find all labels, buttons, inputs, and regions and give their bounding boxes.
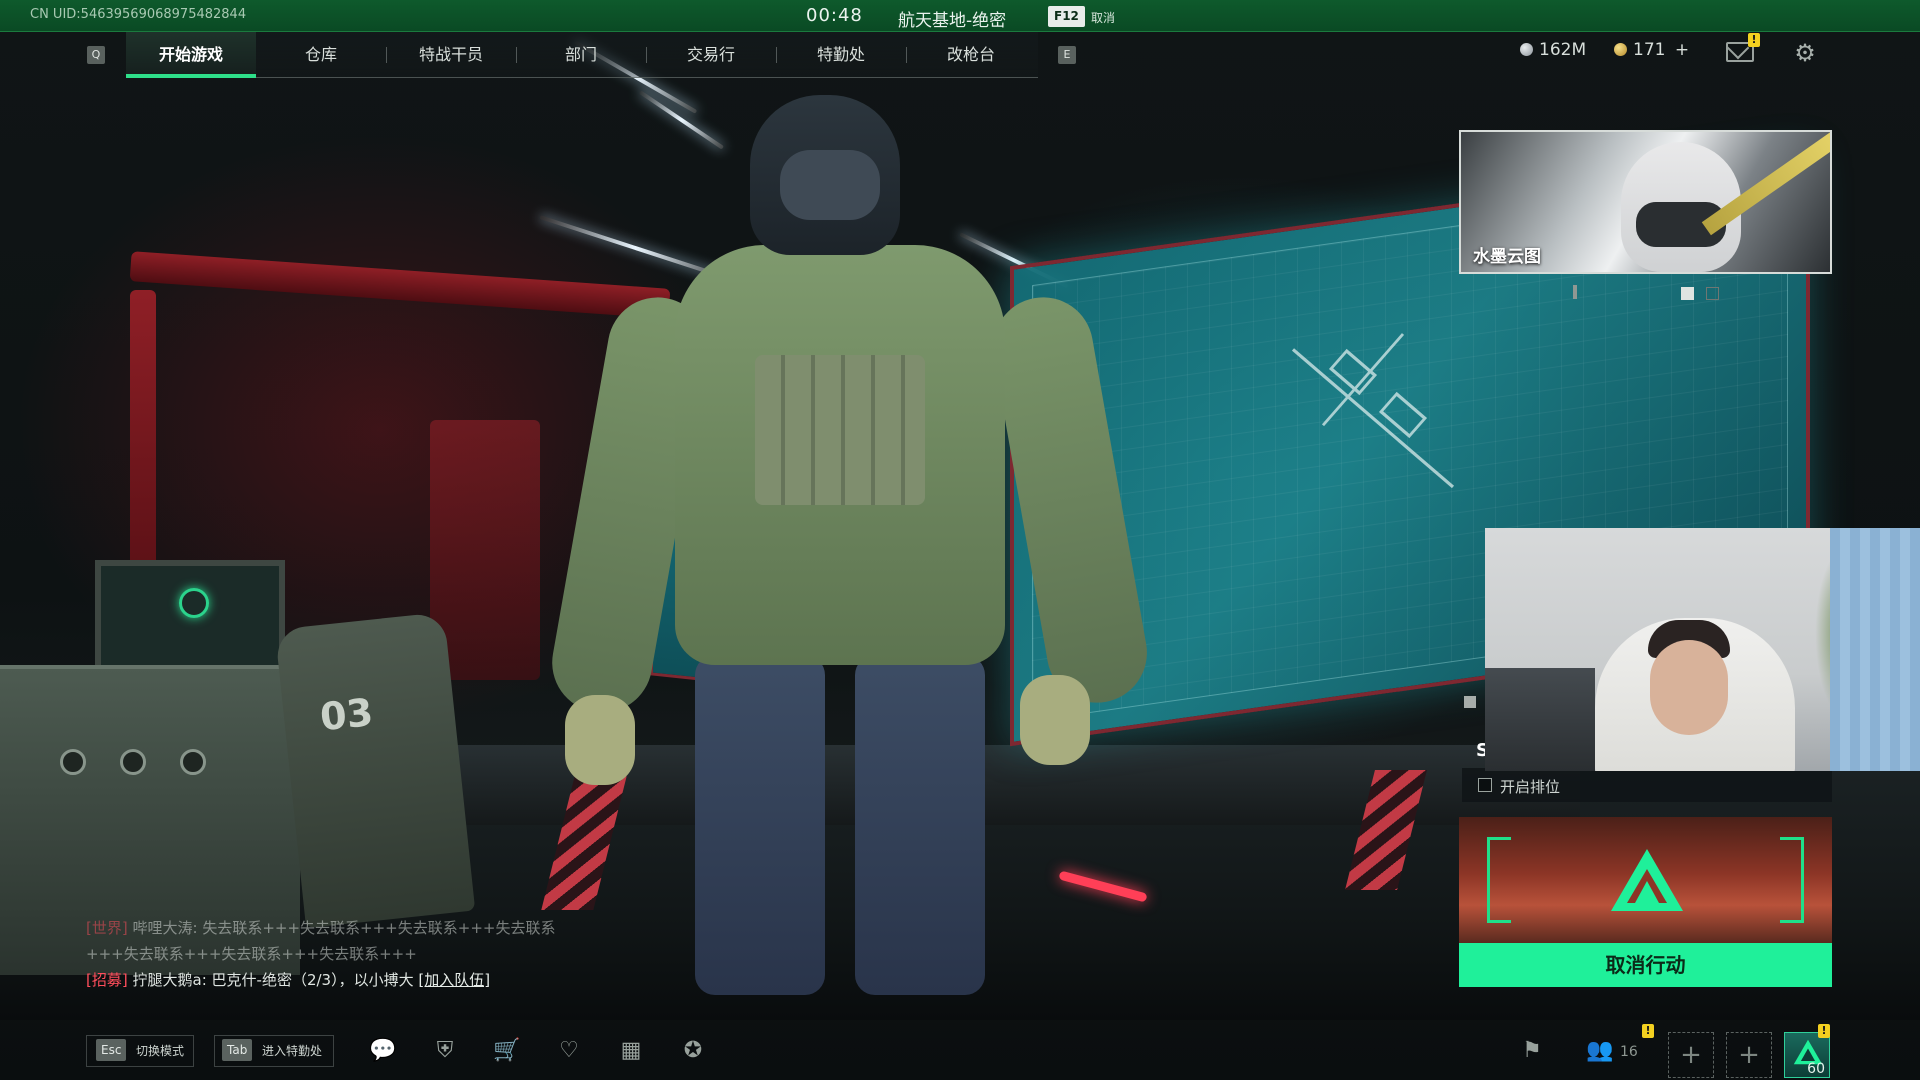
chat-icon[interactable]: 💬 bbox=[369, 1038, 397, 1064]
mail-alert-badge: ! bbox=[1748, 33, 1760, 47]
gold-amount: 171 bbox=[1633, 40, 1666, 60]
system-bar: CN UID:5463956906897548284​4 00:48 航天基地-… bbox=[0, 0, 1920, 32]
delta-logo-icon bbox=[1611, 849, 1683, 911]
cancel-action-button[interactable]: 取消行动 bbox=[1459, 943, 1832, 987]
friends-alert-badge: ! bbox=[1642, 1024, 1654, 1038]
red-pipe bbox=[129, 251, 671, 319]
heart-badge-icon[interactable]: ♡ bbox=[555, 1038, 583, 1064]
streamer-webcam bbox=[1485, 528, 1920, 771]
character-legs bbox=[695, 655, 995, 995]
knob-icon bbox=[180, 749, 206, 775]
flag-icon[interactable]: ⚑ bbox=[1518, 1038, 1546, 1064]
webcam-face bbox=[1650, 640, 1728, 735]
chat-sender[interactable]: 拧腿大鹅a: bbox=[133, 971, 207, 989]
monitor-logo-icon bbox=[179, 588, 209, 618]
tab-operators[interactable]: 特战干员 bbox=[386, 32, 516, 78]
knob-icon bbox=[120, 749, 146, 775]
chat-sender[interactable]: 哔哩大涛: bbox=[133, 919, 198, 937]
friend-count: 16 bbox=[1620, 1044, 1638, 1060]
add-gold-button[interactable]: + bbox=[1675, 40, 1689, 60]
prev-tab-key[interactable]: Q bbox=[87, 46, 105, 64]
scope-bracket-left bbox=[1487, 837, 1511, 923]
ranked-toggle-row[interactable]: 开启排位 bbox=[1462, 768, 1832, 802]
user-uid: CN UID:5463956906897548284​4 bbox=[30, 7, 247, 22]
character-leg bbox=[855, 655, 985, 995]
player-level: 60 bbox=[1807, 1061, 1825, 1077]
character-vest bbox=[755, 355, 925, 505]
character-torso bbox=[675, 245, 1005, 665]
player-level-badge[interactable]: 60 bbox=[1784, 1032, 1830, 1078]
currency-silver: 162M bbox=[1520, 40, 1586, 64]
team-slot-add-button[interactable]: + bbox=[1668, 1032, 1714, 1078]
webcam-desk bbox=[1485, 668, 1595, 771]
tab-warehouse[interactable]: 仓库 bbox=[256, 32, 386, 78]
tab-gunsmith[interactable]: 改枪台 bbox=[906, 32, 1036, 78]
case-number-graphic: 03 bbox=[317, 690, 376, 740]
desk-monitor bbox=[95, 560, 285, 680]
team-slot-add-button[interactable]: + bbox=[1726, 1032, 1772, 1078]
banner-page-dot[interactable] bbox=[1681, 287, 1694, 300]
esc-key: Esc bbox=[96, 1039, 127, 1061]
tab-trading[interactable]: 交易行 bbox=[646, 32, 776, 78]
knob-icon bbox=[60, 749, 86, 775]
tab-department[interactable]: 部门 bbox=[516, 32, 646, 78]
friends-icon[interactable]: 👥 bbox=[1586, 1038, 1614, 1064]
equipment-case: 03 bbox=[274, 611, 476, 929]
settings-gear-icon[interactable]: ⚙ bbox=[1792, 40, 1818, 66]
chat-text: 巴克什-绝密（2/3），以小搏大 bbox=[211, 971, 414, 989]
operator-character bbox=[544, 95, 1155, 995]
character-leg bbox=[695, 655, 825, 995]
tab-special-service[interactable]: 特勤处 bbox=[776, 32, 906, 78]
chat-message-recruit: [招募] 拧腿大鹅a: 巴克什-绝密（2/3），以小搏大 [加入队伍] bbox=[86, 967, 566, 993]
side-indicator bbox=[1464, 696, 1476, 708]
cart-icon[interactable]: 🛒 bbox=[493, 1038, 521, 1064]
space-station-graphic bbox=[1291, 333, 1455, 489]
cancel-hotkey-label: 取消 bbox=[1091, 11, 1116, 25]
banner-page-dot[interactable] bbox=[1706, 287, 1719, 300]
switch-mode-label: 切换模式 bbox=[136, 1044, 185, 1058]
calendar-icon[interactable]: ▦ bbox=[617, 1038, 645, 1064]
scope-bracket-right bbox=[1780, 837, 1804, 923]
character-helmet bbox=[750, 95, 900, 255]
silver-amount: 162M bbox=[1539, 40, 1587, 60]
webcam-window-blind bbox=[1830, 528, 1920, 771]
gift-box-icon[interactable]: ✪ bbox=[679, 1038, 707, 1064]
event-title: 水墨云图 bbox=[1473, 247, 1541, 267]
enter-special-service-label: 进入特勤处 bbox=[262, 1044, 323, 1058]
silver-coin-icon bbox=[1520, 43, 1533, 56]
ranked-label: 开启排位 bbox=[1500, 778, 1561, 796]
queue-timer: 00:48 bbox=[806, 5, 863, 26]
chat-feed: [世界] 哔哩大涛: 失去联系+++失去联系+++失去联系+++失去联系+++失… bbox=[86, 915, 566, 993]
nav-tab-bar: 开始游戏 仓库 特战干员 部门 交易行 特勤处 改枪台 bbox=[126, 32, 1038, 78]
gold-coin-icon bbox=[1614, 43, 1627, 56]
next-tab-key[interactable]: E bbox=[1058, 46, 1076, 64]
character-glove bbox=[1020, 675, 1090, 765]
selected-map: 航天基地-绝密 bbox=[898, 11, 1007, 31]
bottom-bar: Esc 切换模式 Tab 进入特勤处 💬 ⛨ 🛒 ♡ ▦ ✪ ⚑ 👥 16 ! … bbox=[0, 1020, 1920, 1080]
cancel-hotkey[interactable]: F12 bbox=[1048, 6, 1085, 27]
chat-channel-tag[interactable]: [招募] bbox=[86, 971, 128, 989]
currency-gold: 171 + bbox=[1614, 40, 1689, 64]
chat-channel-tag[interactable]: [世界] bbox=[86, 919, 128, 937]
shield-icon[interactable]: ⛨ bbox=[431, 1038, 459, 1064]
join-team-link[interactable]: [加入队伍] bbox=[418, 971, 490, 989]
banner-info-icon bbox=[1573, 285, 1577, 299]
level-alert-badge: ! bbox=[1818, 1024, 1830, 1038]
mission-status-panel bbox=[1459, 817, 1832, 943]
tab-key: Tab bbox=[222, 1039, 253, 1061]
character-mask bbox=[780, 150, 880, 220]
tab-start-game[interactable]: 开始游戏 bbox=[126, 32, 256, 78]
ranked-checkbox[interactable] bbox=[1478, 778, 1492, 792]
chat-message-world: [世界] 哔哩大涛: 失去联系+++失去联系+++失去联系+++失去联系+++失… bbox=[86, 915, 566, 967]
event-banner[interactable]: 水墨云图 bbox=[1459, 130, 1832, 274]
character-glove bbox=[565, 695, 635, 785]
